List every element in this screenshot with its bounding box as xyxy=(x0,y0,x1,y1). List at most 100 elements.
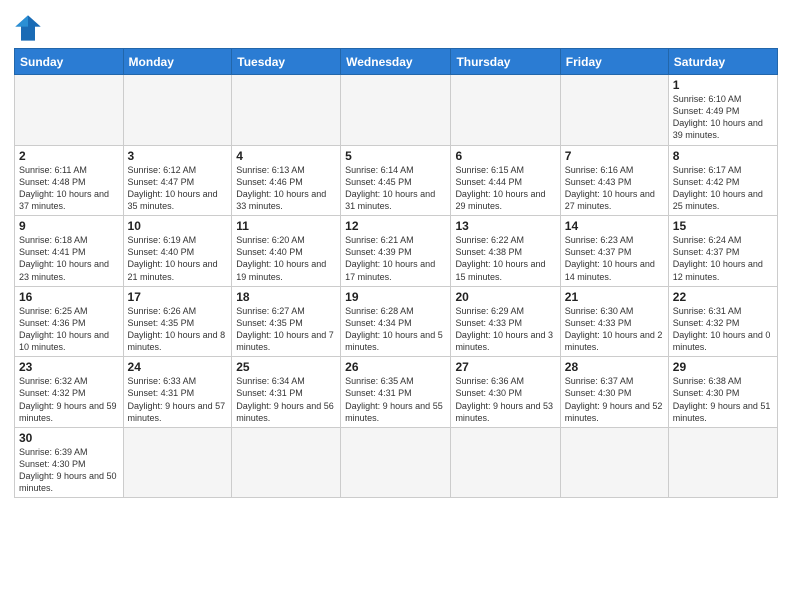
calendar-cell: 27Sunrise: 6:36 AM Sunset: 4:30 PM Dayli… xyxy=(451,357,560,428)
calendar-cell: 6Sunrise: 6:15 AM Sunset: 4:44 PM Daylig… xyxy=(451,145,560,216)
day-info: Sunrise: 6:18 AM Sunset: 4:41 PM Dayligh… xyxy=(19,234,119,283)
logo xyxy=(14,14,44,42)
calendar-cell: 30Sunrise: 6:39 AM Sunset: 4:30 PM Dayli… xyxy=(15,427,124,498)
calendar-cell: 9Sunrise: 6:18 AM Sunset: 4:41 PM Daylig… xyxy=(15,216,124,287)
calendar-row-1: 2Sunrise: 6:11 AM Sunset: 4:48 PM Daylig… xyxy=(15,145,778,216)
weekday-header-wednesday: Wednesday xyxy=(341,49,451,75)
day-number: 10 xyxy=(128,219,228,233)
day-info: Sunrise: 6:14 AM Sunset: 4:45 PM Dayligh… xyxy=(345,164,446,213)
header-area xyxy=(14,10,778,42)
day-info: Sunrise: 6:32 AM Sunset: 4:32 PM Dayligh… xyxy=(19,375,119,424)
calendar-cell: 20Sunrise: 6:29 AM Sunset: 4:33 PM Dayli… xyxy=(451,286,560,357)
day-number: 1 xyxy=(673,78,773,92)
day-number: 19 xyxy=(345,290,446,304)
day-info: Sunrise: 6:30 AM Sunset: 4:33 PM Dayligh… xyxy=(565,305,664,354)
day-number: 13 xyxy=(455,219,555,233)
calendar-cell xyxy=(560,427,668,498)
calendar-cell: 14Sunrise: 6:23 AM Sunset: 4:37 PM Dayli… xyxy=(560,216,668,287)
day-number: 27 xyxy=(455,360,555,374)
weekday-header-tuesday: Tuesday xyxy=(232,49,341,75)
calendar-cell: 28Sunrise: 6:37 AM Sunset: 4:30 PM Dayli… xyxy=(560,357,668,428)
calendar-row-0: 1Sunrise: 6:10 AM Sunset: 4:49 PM Daylig… xyxy=(15,75,778,146)
weekday-header-friday: Friday xyxy=(560,49,668,75)
day-info: Sunrise: 6:22 AM Sunset: 4:38 PM Dayligh… xyxy=(455,234,555,283)
day-info: Sunrise: 6:37 AM Sunset: 4:30 PM Dayligh… xyxy=(565,375,664,424)
day-number: 6 xyxy=(455,149,555,163)
day-info: Sunrise: 6:38 AM Sunset: 4:30 PM Dayligh… xyxy=(673,375,773,424)
day-number: 17 xyxy=(128,290,228,304)
day-number: 24 xyxy=(128,360,228,374)
day-number: 23 xyxy=(19,360,119,374)
calendar-cell: 10Sunrise: 6:19 AM Sunset: 4:40 PM Dayli… xyxy=(123,216,232,287)
calendar-cell: 21Sunrise: 6:30 AM Sunset: 4:33 PM Dayli… xyxy=(560,286,668,357)
day-info: Sunrise: 6:35 AM Sunset: 4:31 PM Dayligh… xyxy=(345,375,446,424)
day-info: Sunrise: 6:33 AM Sunset: 4:31 PM Dayligh… xyxy=(128,375,228,424)
day-info: Sunrise: 6:24 AM Sunset: 4:37 PM Dayligh… xyxy=(673,234,773,283)
calendar-cell: 26Sunrise: 6:35 AM Sunset: 4:31 PM Dayli… xyxy=(341,357,451,428)
calendar-cell: 8Sunrise: 6:17 AM Sunset: 4:42 PM Daylig… xyxy=(668,145,777,216)
calendar-cell: 11Sunrise: 6:20 AM Sunset: 4:40 PM Dayli… xyxy=(232,216,341,287)
day-number: 25 xyxy=(236,360,336,374)
weekday-header-sunday: Sunday xyxy=(15,49,124,75)
day-info: Sunrise: 6:25 AM Sunset: 4:36 PM Dayligh… xyxy=(19,305,119,354)
calendar-cell: 24Sunrise: 6:33 AM Sunset: 4:31 PM Dayli… xyxy=(123,357,232,428)
day-number: 18 xyxy=(236,290,336,304)
day-number: 26 xyxy=(345,360,446,374)
day-info: Sunrise: 6:10 AM Sunset: 4:49 PM Dayligh… xyxy=(673,93,773,142)
day-number: 28 xyxy=(565,360,664,374)
day-info: Sunrise: 6:29 AM Sunset: 4:33 PM Dayligh… xyxy=(455,305,555,354)
logo-icon xyxy=(14,14,42,42)
day-number: 4 xyxy=(236,149,336,163)
calendar-cell xyxy=(341,427,451,498)
day-number: 29 xyxy=(673,360,773,374)
day-number: 20 xyxy=(455,290,555,304)
day-number: 3 xyxy=(128,149,228,163)
day-info: Sunrise: 6:17 AM Sunset: 4:42 PM Dayligh… xyxy=(673,164,773,213)
calendar-cell xyxy=(451,75,560,146)
calendar-cell: 5Sunrise: 6:14 AM Sunset: 4:45 PM Daylig… xyxy=(341,145,451,216)
day-info: Sunrise: 6:16 AM Sunset: 4:43 PM Dayligh… xyxy=(565,164,664,213)
day-info: Sunrise: 6:27 AM Sunset: 4:35 PM Dayligh… xyxy=(236,305,336,354)
calendar-cell xyxy=(232,75,341,146)
calendar-cell: 16Sunrise: 6:25 AM Sunset: 4:36 PM Dayli… xyxy=(15,286,124,357)
calendar-cell xyxy=(668,427,777,498)
day-number: 30 xyxy=(19,431,119,445)
day-info: Sunrise: 6:11 AM Sunset: 4:48 PM Dayligh… xyxy=(19,164,119,213)
day-number: 12 xyxy=(345,219,446,233)
calendar-cell xyxy=(232,427,341,498)
day-info: Sunrise: 6:21 AM Sunset: 4:39 PM Dayligh… xyxy=(345,234,446,283)
day-number: 8 xyxy=(673,149,773,163)
day-info: Sunrise: 6:26 AM Sunset: 4:35 PM Dayligh… xyxy=(128,305,228,354)
calendar-cell: 22Sunrise: 6:31 AM Sunset: 4:32 PM Dayli… xyxy=(668,286,777,357)
calendar-cell xyxy=(123,75,232,146)
calendar-cell xyxy=(451,427,560,498)
day-number: 9 xyxy=(19,219,119,233)
calendar-cell xyxy=(15,75,124,146)
day-info: Sunrise: 6:20 AM Sunset: 4:40 PM Dayligh… xyxy=(236,234,336,283)
day-number: 21 xyxy=(565,290,664,304)
weekday-header-row: SundayMondayTuesdayWednesdayThursdayFrid… xyxy=(15,49,778,75)
day-info: Sunrise: 6:39 AM Sunset: 4:30 PM Dayligh… xyxy=(19,446,119,495)
page: SundayMondayTuesdayWednesdayThursdayFrid… xyxy=(0,0,792,612)
calendar-cell: 4Sunrise: 6:13 AM Sunset: 4:46 PM Daylig… xyxy=(232,145,341,216)
calendar-table: SundayMondayTuesdayWednesdayThursdayFrid… xyxy=(14,48,778,498)
weekday-header-saturday: Saturday xyxy=(668,49,777,75)
day-number: 7 xyxy=(565,149,664,163)
calendar-row-5: 30Sunrise: 6:39 AM Sunset: 4:30 PM Dayli… xyxy=(15,427,778,498)
day-number: 11 xyxy=(236,219,336,233)
day-info: Sunrise: 6:15 AM Sunset: 4:44 PM Dayligh… xyxy=(455,164,555,213)
day-info: Sunrise: 6:28 AM Sunset: 4:34 PM Dayligh… xyxy=(345,305,446,354)
calendar-cell: 1Sunrise: 6:10 AM Sunset: 4:49 PM Daylig… xyxy=(668,75,777,146)
calendar-cell: 29Sunrise: 6:38 AM Sunset: 4:30 PM Dayli… xyxy=(668,357,777,428)
calendar-cell: 2Sunrise: 6:11 AM Sunset: 4:48 PM Daylig… xyxy=(15,145,124,216)
calendar-cell: 18Sunrise: 6:27 AM Sunset: 4:35 PM Dayli… xyxy=(232,286,341,357)
day-info: Sunrise: 6:34 AM Sunset: 4:31 PM Dayligh… xyxy=(236,375,336,424)
day-info: Sunrise: 6:12 AM Sunset: 4:47 PM Dayligh… xyxy=(128,164,228,213)
day-info: Sunrise: 6:36 AM Sunset: 4:30 PM Dayligh… xyxy=(455,375,555,424)
day-number: 16 xyxy=(19,290,119,304)
calendar-row-4: 23Sunrise: 6:32 AM Sunset: 4:32 PM Dayli… xyxy=(15,357,778,428)
day-info: Sunrise: 6:23 AM Sunset: 4:37 PM Dayligh… xyxy=(565,234,664,283)
calendar-cell: 19Sunrise: 6:28 AM Sunset: 4:34 PM Dayli… xyxy=(341,286,451,357)
weekday-header-thursday: Thursday xyxy=(451,49,560,75)
calendar-cell: 25Sunrise: 6:34 AM Sunset: 4:31 PM Dayli… xyxy=(232,357,341,428)
